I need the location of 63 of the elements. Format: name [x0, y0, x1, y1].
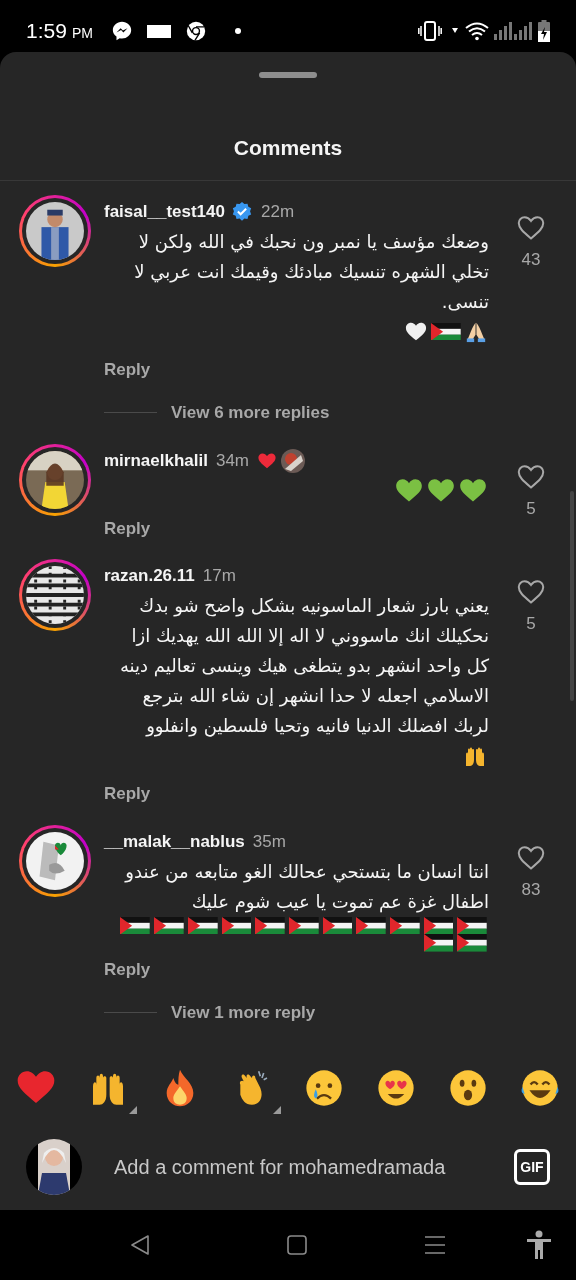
more-notifications-icon — [234, 28, 241, 34]
flag-icon — [187, 916, 218, 935]
heart-eyes-face-icon[interactable] — [376, 1068, 416, 1108]
drag-handle[interactable] — [259, 72, 317, 78]
comment-time: 17m — [202, 565, 236, 588]
vibrate-icon — [418, 21, 442, 41]
status-ampm: PM — [71, 23, 93, 43]
view-replies-link[interactable]: View 6 more replies — [171, 400, 330, 426]
gif-button[interactable]: GIF — [514, 1149, 550, 1185]
username[interactable]: razan.26.11 — [104, 563, 195, 589]
username[interactable]: faisal__test140 — [104, 198, 225, 225]
like-count: 5 — [526, 613, 536, 635]
flag-icon — [457, 916, 487, 935]
accessibility-icon[interactable] — [526, 1230, 552, 1260]
crying-face-icon[interactable] — [304, 1068, 344, 1108]
like-icon[interactable] — [517, 844, 545, 871]
flag-icon — [431, 322, 461, 341]
view-replies-link[interactable]: View 1 more reply — [171, 1000, 316, 1026]
battery-icon — [538, 20, 550, 42]
reply-link[interactable]: Reply — [104, 784, 151, 803]
flag-icon — [356, 916, 386, 935]
flag-icon — [288, 916, 319, 935]
surprised-face-icon[interactable] — [448, 1068, 488, 1108]
comment-text: انتا انسان ما بتستحي عحالك الغو متابعه من عندو اطفال غزة عم تموت يا عيب شوم عليك — [123, 859, 489, 915]
messenger-icon — [110, 20, 133, 42]
flag-icon — [221, 916, 252, 935]
username[interactable]: mirnaelkhalil — [104, 447, 208, 474]
wifi-icon — [452, 21, 490, 41]
flag-icon — [423, 934, 454, 952]
notification-icon — [146, 24, 171, 38]
like-count: 5 — [526, 497, 536, 520]
reply-link[interactable]: Reply — [104, 359, 151, 379]
back-icon[interactable] — [130, 1234, 150, 1256]
like-count: 43 — [521, 248, 541, 271]
praying-hands-icon — [465, 320, 487, 343]
status-time: 1:59 — [26, 18, 67, 45]
reply-link[interactable]: Reply — [104, 959, 151, 979]
username[interactable]: __malak__nablus — [104, 828, 245, 855]
flag-icon — [255, 916, 285, 935]
flag-icon — [389, 916, 420, 935]
comment-time: 22m — [261, 200, 295, 223]
recents-icon[interactable] — [424, 1235, 446, 1255]
flag-icon — [322, 916, 353, 935]
flag-icon — [423, 916, 454, 935]
sheet-title: Comments — [233, 135, 343, 161]
home-icon[interactable] — [287, 1235, 307, 1255]
flag-icon — [154, 916, 184, 935]
like-icon[interactable] — [517, 579, 545, 605]
like-count: 83 — [521, 878, 541, 901]
flag-icon — [457, 934, 487, 952]
signal-icon — [494, 22, 532, 40]
comment-text: يعني بارز شعار الماسونيه بشكل واضح شو بدك نحكيلك انك ماسووني لا اله إلا الله الله يهديك ازا كل واحد انشهر بدو يتطغى هيك وينسى تعاليم دينه الاسلامي اجعله لا حدا انشهر إن شاء الله بترجع لربك افضلك الدنيا فانيه وتحيا فلسطين وانفلوو — [118, 594, 489, 739]
reply-link[interactable]: Reply — [104, 518, 151, 538]
comment-text: وضعك مؤسف يا نمبر ون نحبك في الله ولكن لا تخلي الشهره تنسيك مبادئك وقيمك انت عربي لا تنسى. — [133, 229, 489, 314]
like-icon[interactable] — [517, 463, 545, 490]
flag-icon — [120, 916, 151, 935]
comment-time: 34m — [215, 449, 249, 472]
laughing-face-icon[interactable] — [520, 1068, 560, 1108]
chrome-icon — [184, 20, 207, 42]
heart-icon — [405, 320, 428, 343]
like-icon[interactable] — [517, 214, 545, 241]
comment-input-field[interactable]: Add a comment for mohamedramada — [114, 1152, 494, 1182]
comment-time: 35m — [252, 830, 286, 853]
